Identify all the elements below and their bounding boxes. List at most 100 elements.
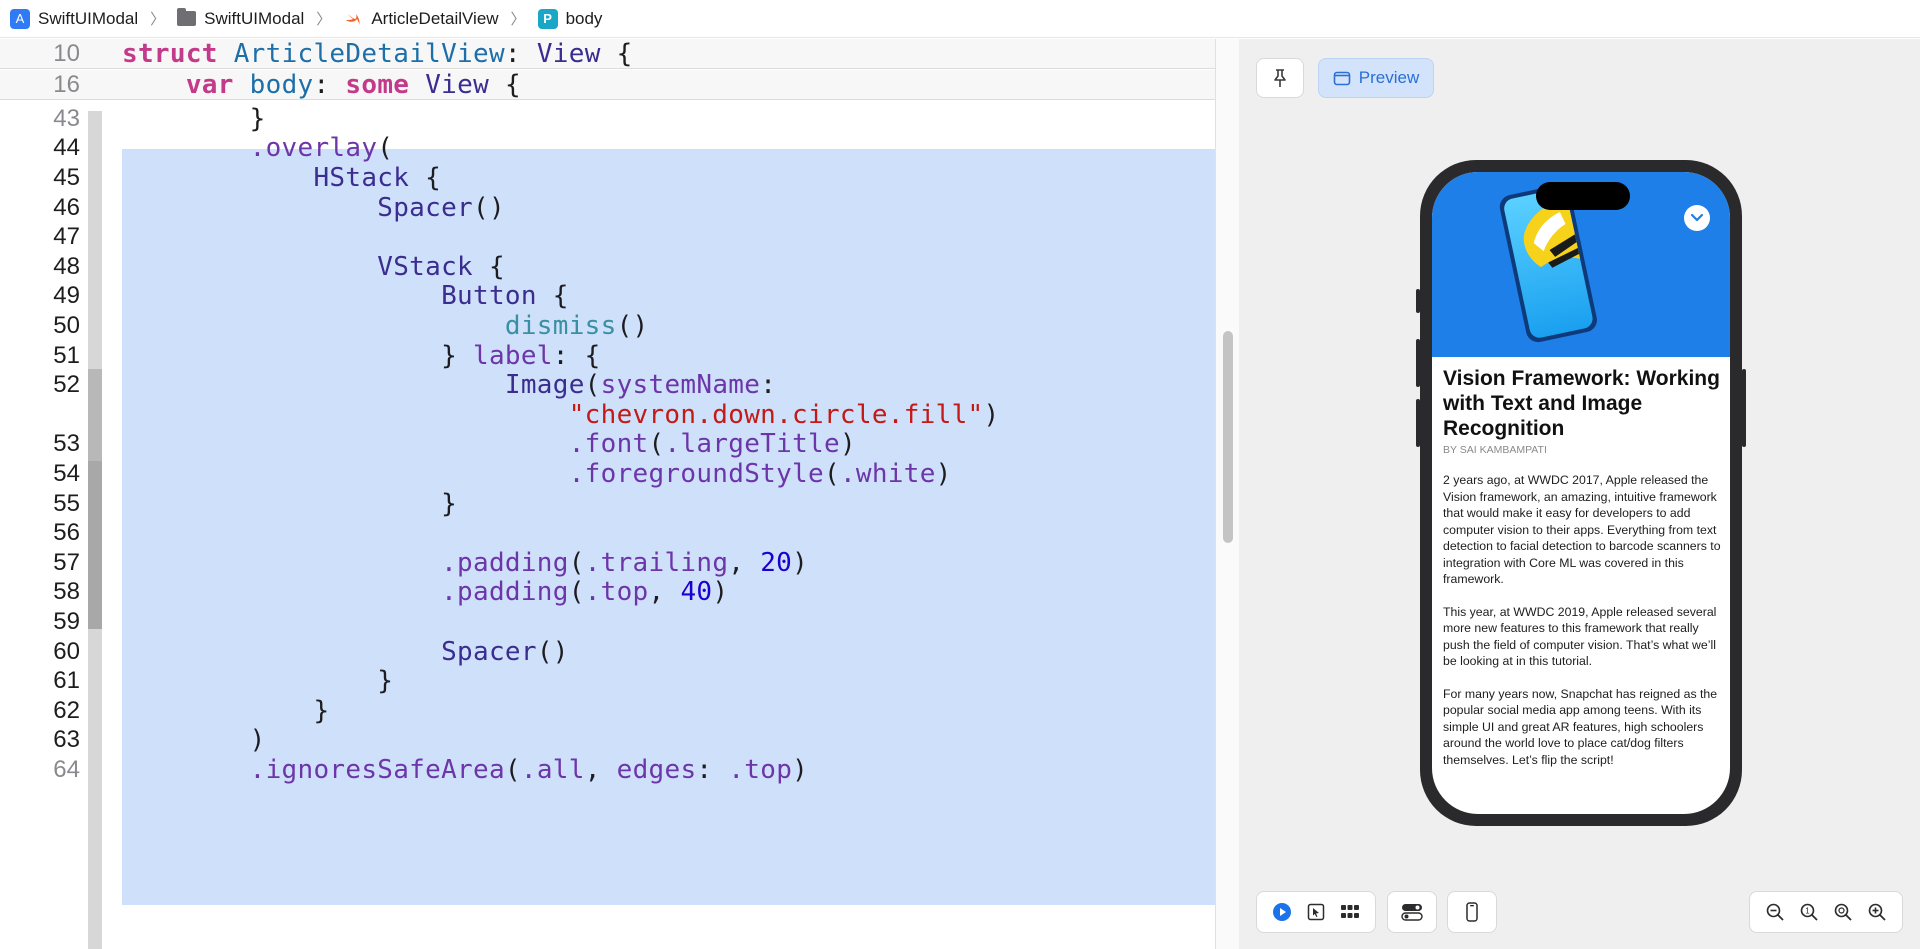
phone-power-button bbox=[1742, 369, 1746, 447]
code-text: struct ArticleDetailView: View { bbox=[122, 39, 633, 69]
code-text: } bbox=[122, 695, 330, 726]
line-number: 63 bbox=[53, 726, 80, 754]
code-line[interactable]: 55 } bbox=[0, 489, 1215, 519]
code-line[interactable]: 58 .padding(.top, 40) bbox=[0, 577, 1215, 608]
code-text: dismiss() bbox=[504, 310, 649, 341]
line-number: 44 bbox=[53, 134, 80, 162]
code-text: VStack { bbox=[377, 251, 505, 282]
code-line[interactable]: 54 .foregroundStyle(.white) bbox=[0, 459, 1215, 489]
line-number: 10 bbox=[53, 39, 80, 67]
code-line[interactable]: 64 .ignoresSafeArea(.all, edges: .top) bbox=[0, 755, 1215, 785]
code-line[interactable]: 46 Spacer() bbox=[0, 193, 1215, 223]
code-text: Spacer() bbox=[377, 192, 505, 223]
code-line[interactable]: 47 bbox=[0, 222, 1215, 252]
code-text: } bbox=[122, 666, 394, 697]
code-line[interactable]: 60 Spacer() bbox=[0, 637, 1215, 667]
breadcrumb-label: SwiftUIModal bbox=[204, 8, 305, 28]
code-line[interactable]: 59 bbox=[0, 607, 1215, 637]
article-title: Vision Framework: Working with Text and … bbox=[1443, 367, 1720, 440]
line-number: 59 bbox=[53, 607, 80, 635]
folder-icon bbox=[177, 8, 197, 26]
line-number: 57 bbox=[53, 548, 80, 576]
breadcrumb-item-file[interactable]: ArticleDetailView bbox=[343, 9, 499, 29]
app-icon: A bbox=[10, 8, 30, 29]
code-text: .font(.largeTitle) bbox=[568, 429, 856, 460]
line-number: 43 bbox=[53, 104, 80, 132]
article-paragraph: This year, at WWDC 2019, Apple released … bbox=[1443, 604, 1717, 669]
code-text: } bbox=[122, 488, 458, 519]
article-paragraph: 2 years ago, at WWDC 2017, Apple release… bbox=[1443, 473, 1721, 586]
sticky-scope-line[interactable]: 10 struct ArticleDetailView: View { bbox=[0, 39, 1215, 69]
line-number: 16 bbox=[53, 70, 80, 98]
line-number: 64 bbox=[53, 755, 80, 783]
line-number: 61 bbox=[53, 667, 80, 695]
dynamic-island bbox=[1536, 182, 1630, 210]
article-paragraph: For many years now, Snapchat has reigned… bbox=[1443, 686, 1718, 767]
zoom-out-icon[interactable] bbox=[1761, 898, 1789, 926]
code-line[interactable]: 45 HStack { bbox=[0, 163, 1215, 193]
zoom-to-fit-icon[interactable]: 1 bbox=[1795, 898, 1823, 926]
line-number: 56 bbox=[53, 519, 80, 547]
chevron-right-icon: 〉 bbox=[510, 11, 526, 28]
scrollbar-thumb[interactable] bbox=[1223, 331, 1233, 543]
code-text: .padding(.top, 40) bbox=[441, 577, 729, 608]
zoom-in-icon[interactable] bbox=[1863, 898, 1891, 926]
line-number: 62 bbox=[53, 696, 80, 724]
pin-button[interactable] bbox=[1256, 58, 1304, 98]
phone-screen: Vision Framework: Working with Text and … bbox=[1432, 172, 1730, 814]
code-line[interactable]: 63 ) bbox=[0, 725, 1215, 755]
device-settings-control bbox=[1387, 891, 1437, 933]
line-number: 50 bbox=[53, 311, 80, 339]
line-number: 60 bbox=[53, 637, 80, 665]
device-settings-icon[interactable] bbox=[1398, 898, 1426, 926]
code-line[interactable]: 53 .font(.largeTitle) bbox=[0, 429, 1215, 460]
chevron-down-circle-icon bbox=[1690, 213, 1704, 222]
code-text: } bbox=[122, 103, 266, 134]
live-play-icon[interactable] bbox=[1268, 898, 1296, 926]
code-line[interactable]: 49 Button { bbox=[0, 281, 1215, 312]
code-line[interactable]: 52 Image(systemName: bbox=[0, 370, 1215, 400]
pin-icon bbox=[1274, 69, 1286, 87]
variants-grid-icon[interactable] bbox=[1336, 898, 1364, 926]
code-text: .padding(.trailing, 20) bbox=[441, 547, 809, 578]
line-number: 49 bbox=[53, 282, 80, 310]
breadcrumb-item-group[interactable]: SwiftUIModal bbox=[177, 8, 305, 29]
code-editor[interactable]: 43 } 44 .overlay(45 HStack {46 Spacer() 47… bbox=[0, 39, 1215, 949]
line-number: 52 bbox=[53, 371, 80, 399]
dismiss-button[interactable] bbox=[1684, 205, 1710, 231]
code-line[interactable]: 50 dismiss() bbox=[0, 311, 1215, 341]
preview-mode-button[interactable]: Preview bbox=[1318, 58, 1434, 98]
preview-label: Preview bbox=[1358, 68, 1420, 87]
line-number: 45 bbox=[53, 163, 80, 191]
sticky-scope-line[interactable]: 16 var body: some View { bbox=[0, 70, 1215, 100]
code-line[interactable]: "chevron.down.circle.fill") bbox=[0, 400, 1215, 430]
code-text: Button { bbox=[441, 281, 569, 312]
preview-mode-controls bbox=[1256, 891, 1376, 933]
code-text: .overlay( bbox=[249, 133, 394, 164]
breadcrumb-label: body bbox=[565, 8, 603, 28]
breadcrumb-item-project[interactable]: A SwiftUIModal bbox=[10, 8, 139, 29]
device-icon[interactable] bbox=[1458, 898, 1486, 926]
code-text: .foregroundStyle(.white) bbox=[568, 458, 952, 489]
swift-file-icon bbox=[343, 9, 363, 29]
code-line[interactable]: 51 } label: { bbox=[0, 341, 1215, 371]
code-text: var body: some View { bbox=[185, 69, 521, 100]
code-line[interactable]: 44 .overlay( bbox=[0, 133, 1215, 164]
line-number: 58 bbox=[53, 578, 80, 606]
code-line[interactable]: 43 } bbox=[0, 104, 1215, 134]
line-number: 47 bbox=[53, 223, 80, 251]
code-text: HStack { bbox=[313, 162, 442, 193]
breadcrumb-item-symbol[interactable]: P body bbox=[537, 8, 603, 29]
code-line[interactable]: 56 bbox=[0, 518, 1215, 548]
editor-scrollbar[interactable] bbox=[1215, 39, 1239, 949]
breadcrumb: A SwiftUIModal 〉 SwiftUIModal 〉 ArticleD… bbox=[0, 0, 1920, 38]
selectable-cursor-icon[interactable] bbox=[1302, 898, 1330, 926]
code-line[interactable]: 48 VStack { bbox=[0, 252, 1215, 282]
breadcrumb-label: SwiftUIModal bbox=[38, 8, 139, 28]
zoom-100-icon[interactable] bbox=[1829, 898, 1857, 926]
code-text: Image(systemName: bbox=[504, 370, 777, 401]
code-line[interactable]: 62 } bbox=[0, 696, 1215, 726]
code-line[interactable]: 61 } bbox=[0, 666, 1215, 696]
code-text: Spacer() bbox=[441, 636, 569, 667]
code-line[interactable]: 57 .padding(.trailing, 20) bbox=[0, 548, 1215, 578]
